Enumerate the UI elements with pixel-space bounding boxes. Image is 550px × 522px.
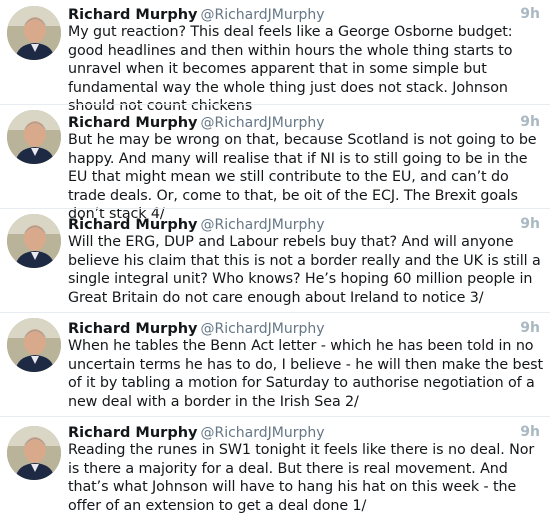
tweet-timestamp[interactable]: 9h xyxy=(520,422,540,442)
tweet-text: My gut reaction? This deal feels like a … xyxy=(68,24,513,114)
divider xyxy=(0,416,550,417)
tweet-timestamp[interactable]: 9h xyxy=(520,318,540,338)
tweet[interactable]: Richard Murphy @RichardJMurphy 9h Reading… xyxy=(0,416,550,522)
tweet[interactable]: Richard Murphy @RichardJMurphy 9h When he… xyxy=(0,312,550,418)
author-name[interactable]: Richard Murphy xyxy=(68,115,197,131)
tweet-header: Richard Murphy @RichardJMurphy 9h xyxy=(68,422,540,442)
author-name[interactable]: Richard Murphy xyxy=(68,217,197,233)
tweet-header: Richard Murphy @RichardJMurphy 9h xyxy=(68,214,540,234)
tweet-thread: Richard Murphy @RichardJMurphy 9h My gut … xyxy=(0,0,550,518)
tweet[interactable]: Richard Murphy @RichardJMurphy 9h My gut … xyxy=(0,0,550,114)
tweet-text: When he tables the Benn Act letter - whi… xyxy=(68,338,544,410)
avatar[interactable] xyxy=(7,318,61,372)
tweet-timestamp[interactable]: 9h xyxy=(520,214,540,234)
tweet-text: Reading the runes in SW1 tonight it feel… xyxy=(68,442,535,514)
avatar[interactable] xyxy=(7,6,61,60)
tweet-header: Richard Murphy @RichardJMurphy 9h xyxy=(68,4,540,24)
author-name[interactable]: Richard Murphy xyxy=(68,425,197,441)
author-handle[interactable]: @RichardJMurphy xyxy=(200,115,324,131)
divider xyxy=(0,208,550,209)
avatar[interactable] xyxy=(7,214,61,268)
author-handle[interactable]: @RichardJMurphy xyxy=(200,217,324,233)
divider xyxy=(0,312,550,313)
tweet[interactable]: Richard Murphy @RichardJMurphy 9h But he … xyxy=(0,104,550,222)
author-handle[interactable]: @RichardJMurphy xyxy=(200,425,324,441)
author-name[interactable]: Richard Murphy xyxy=(68,321,197,337)
tweet-header: Richard Murphy @RichardJMurphy 9h xyxy=(68,112,540,132)
avatar[interactable] xyxy=(7,110,61,164)
tweet[interactable]: Richard Murphy @RichardJMurphy 9h Will th… xyxy=(0,208,550,314)
tweet-text: Will the ERG, DUP and Labour rebels buy … xyxy=(68,234,541,306)
author-name[interactable]: Richard Murphy xyxy=(68,7,197,23)
avatar[interactable] xyxy=(7,426,61,480)
tweet-header: Richard Murphy @RichardJMurphy 9h xyxy=(68,318,540,338)
divider xyxy=(0,104,550,105)
tweet-timestamp[interactable]: 9h xyxy=(520,112,540,132)
author-handle[interactable]: @RichardJMurphy xyxy=(200,7,324,23)
tweet-timestamp[interactable]: 9h xyxy=(520,4,540,24)
author-handle[interactable]: @RichardJMurphy xyxy=(200,321,324,337)
